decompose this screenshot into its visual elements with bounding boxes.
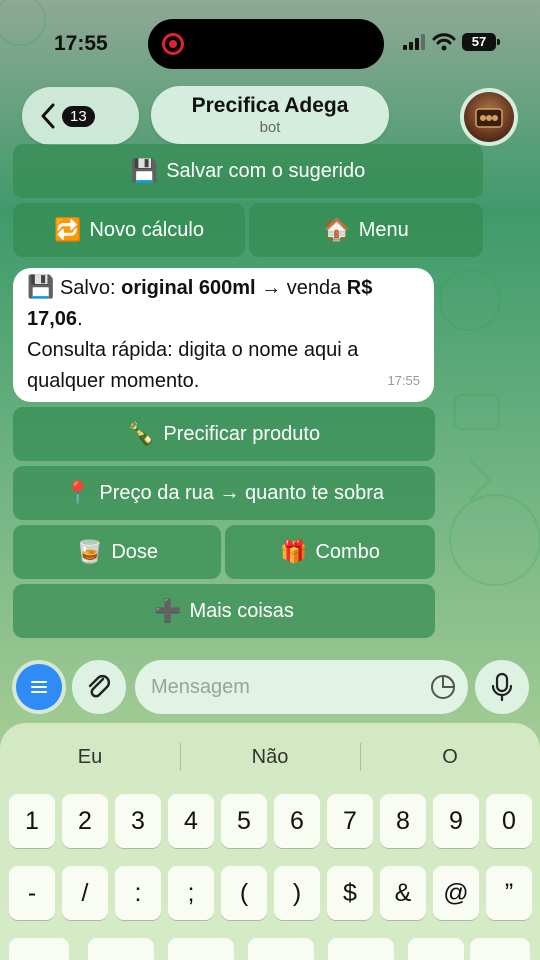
key[interactable]: 2 (62, 794, 108, 848)
attach-button[interactable] (72, 660, 126, 714)
back-button[interactable]: 13 (22, 87, 139, 145)
bot-menu-button[interactable] (12, 660, 66, 714)
street-price-button[interactable]: 📍 Preço da rua → quanto te sobra (13, 466, 435, 520)
key[interactable]: ; (168, 866, 214, 920)
bottle-icon: 🍾 (127, 421, 156, 447)
key[interactable] (9, 938, 69, 960)
unread-count-badge: 13 (62, 105, 95, 127)
floppy-disk-icon: 💾 (27, 275, 55, 300)
key[interactable]: / (62, 866, 108, 920)
message-input[interactable] (151, 675, 401, 699)
key[interactable] (328, 938, 394, 960)
key[interactable] (168, 938, 234, 960)
wifi-icon (432, 33, 456, 51)
repeat-icon: 🔁 (54, 217, 82, 243)
chat-title-pill[interactable]: Precifica Adega bot (151, 86, 389, 144)
key[interactable] (88, 938, 154, 960)
microphone-button[interactable] (475, 660, 529, 714)
menu-lines-icon (16, 664, 62, 710)
suggestion-bar: Eu Não O (0, 735, 540, 779)
dose-button[interactable]: 🥃 Dose (13, 525, 221, 579)
key[interactable]: ) (274, 866, 320, 920)
key[interactable]: 0 (486, 794, 532, 848)
key[interactable]: 8 (380, 794, 426, 848)
key[interactable]: ” (486, 866, 532, 920)
message-bubble: 💾 Salvo: original 600ml → venda R$ 17,06… (13, 268, 434, 402)
combo-button[interactable]: 🎁 Combo (225, 525, 435, 579)
suggestion-3[interactable]: O (360, 735, 540, 779)
pin-icon: 📍 (63, 480, 92, 506)
on-screen-keyboard: Eu Não O 1 2 3 4 5 6 7 8 9 0 - / : ; ( )… (0, 723, 540, 960)
message-time: 17:55 (387, 373, 420, 388)
key[interactable]: @ (433, 866, 479, 920)
key[interactable]: & (380, 866, 426, 920)
suggestion-2[interactable]: Não (180, 735, 360, 779)
plus-icon: ➕ (154, 598, 182, 624)
price-product-button[interactable]: 🍾 Precificar produto (13, 407, 435, 461)
key[interactable]: ( (221, 866, 267, 920)
key[interactable] (248, 938, 314, 960)
sticker-icon[interactable] (430, 674, 456, 700)
wine-cellar-icon (475, 108, 503, 128)
save-suggested-button[interactable]: 💾 Salvar com o sugerido (13, 144, 483, 198)
floppy-disk-icon: 💾 (130, 158, 159, 184)
chat-subtitle: bot (259, 119, 281, 136)
suggestion-1[interactable]: Eu (0, 735, 180, 779)
chevron-left-icon (41, 103, 55, 129)
key[interactable] (470, 938, 530, 960)
gift-icon: 🎁 (280, 539, 308, 565)
message-line-2: Consulta rápida: digita o nome aqui a qu… (27, 339, 359, 392)
message-input-container[interactable] (135, 660, 468, 714)
key[interactable]: 4 (168, 794, 214, 848)
key[interactable]: - (9, 866, 55, 920)
status-bar: 17:55 57 (0, 0, 540, 88)
menu-button[interactable]: 🏠 Menu (249, 203, 483, 257)
new-calc-button[interactable]: 🔁 Novo cálculo (13, 203, 245, 257)
key[interactable]: $ (327, 866, 373, 920)
key[interactable]: 6 (274, 794, 320, 848)
bot-avatar[interactable] (460, 88, 518, 146)
key[interactable]: 5 (221, 794, 267, 848)
key[interactable]: 1 (9, 794, 55, 848)
paperclip-icon (88, 675, 110, 698)
avatar-image (464, 92, 514, 142)
microphone-icon (491, 672, 513, 702)
message-line-1: 💾 Salvo: original 600ml → venda R$ 17,06… (27, 275, 373, 330)
key[interactable] (408, 938, 464, 960)
status-time: 17:55 (54, 32, 108, 55)
key[interactable]: 7 (327, 794, 373, 848)
more-button[interactable]: ➕ Mais coisas (13, 584, 435, 638)
key[interactable]: 3 (115, 794, 161, 848)
key[interactable]: : (115, 866, 161, 920)
cellular-signal-icon (403, 34, 425, 50)
chat-title: Precifica Adega (191, 94, 349, 117)
house-icon: 🏠 (323, 217, 351, 243)
battery-indicator: 57 (462, 33, 500, 51)
key[interactable]: 9 (433, 794, 479, 848)
recording-indicator-icon (162, 33, 184, 55)
whisky-glass-icon: 🥃 (75, 539, 104, 565)
